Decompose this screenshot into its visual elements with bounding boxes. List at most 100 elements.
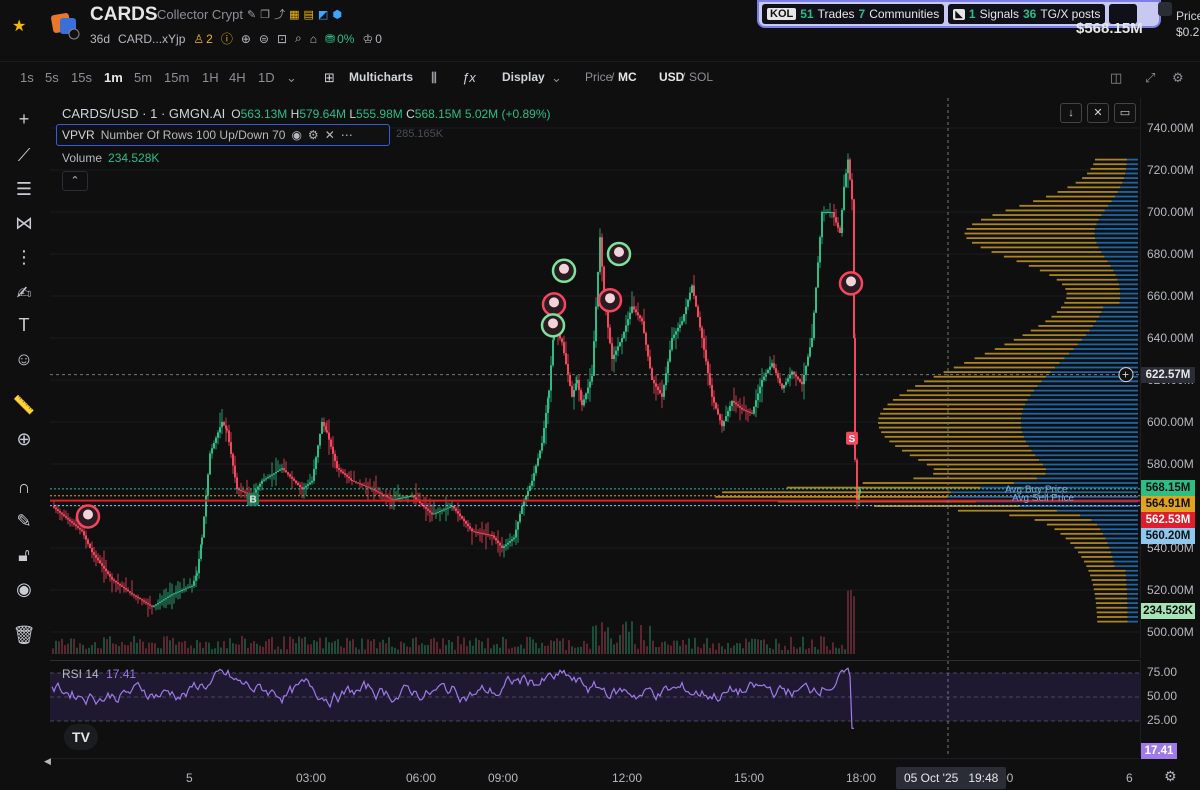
maximize-pane-icon[interactable]: ▭ xyxy=(1114,103,1136,123)
candle-body xyxy=(755,400,757,407)
volume-profile-buy xyxy=(1127,602,1138,605)
favorite-star-icon[interactable]: ★ xyxy=(12,16,26,36)
vpvr-indicator-legend[interactable]: VPVR Number Of Rows 100 Up/Down 70 ◉ ⚙ ✕… xyxy=(56,124,390,146)
volume-profile-buy xyxy=(1099,315,1138,318)
volume-bar xyxy=(847,590,849,654)
candle-body xyxy=(645,332,647,345)
vpvr-ghost-value: 285.165K xyxy=(396,128,444,140)
website-icon[interactable]: ⊜ xyxy=(259,32,269,46)
display-dropdown-icon[interactable]: ⌄ xyxy=(551,70,562,86)
zoom-in-icon[interactable]: ⊕ xyxy=(12,428,36,450)
timeframe-1m[interactable]: 1m xyxy=(104,70,123,85)
gift-icon[interactable]: ▦ xyxy=(289,8,299,21)
telegram-icon[interactable]: ⊡ xyxy=(277,32,287,46)
candle-body xyxy=(305,485,307,488)
globe-icon[interactable]: ⊕ xyxy=(241,32,251,46)
crosshair-icon[interactable]: + xyxy=(12,108,36,130)
candle-body xyxy=(421,503,423,505)
candle-body xyxy=(405,496,407,498)
scroll-down-icon[interactable]: ↓ xyxy=(1060,103,1082,123)
token-address[interactable]: CARD...xYjp xyxy=(118,32,185,46)
more-options-icon[interactable]: ⋯ xyxy=(341,128,353,142)
multicharts-icon[interactable]: ⊞ xyxy=(324,70,335,86)
price-chart-svg[interactable]: +Avg Buy PriceAvg Sell PriceBS xyxy=(50,98,1140,658)
timeframe-5m[interactable]: 5m xyxy=(134,70,152,85)
timeframe-1h[interactable]: 1H xyxy=(202,70,219,85)
tradingview-logo[interactable]: TV xyxy=(64,724,98,750)
candle-body xyxy=(261,480,263,484)
horizontal-lines-icon[interactable]: ☰ xyxy=(12,178,36,200)
shield-icon[interactable]: ⬢ xyxy=(332,8,342,21)
pattern-icon[interactable]: ⋈ xyxy=(12,212,36,234)
volume-bar xyxy=(166,636,168,654)
trash-icon[interactable]: 🗑︎ xyxy=(12,624,36,646)
chart-settings-icon[interactable]: ⚙ xyxy=(1164,768,1177,785)
volume-bar xyxy=(520,644,522,654)
remove-indicator-icon[interactable]: ✕ xyxy=(325,128,335,142)
usd-toggle[interactable]: USD xyxy=(659,70,684,84)
bag-icon[interactable]: ▤ xyxy=(304,8,314,21)
lock-drawing-icon[interactable]: ✎ xyxy=(12,510,36,532)
candle-type-icon[interactable]: ⫼ xyxy=(431,70,437,86)
timeframe-1s[interactable]: 1s xyxy=(20,70,34,85)
timeframe-15m[interactable]: 15m xyxy=(164,70,189,85)
tag-icon[interactable]: ⌂ xyxy=(310,32,317,46)
copy-icon[interactable]: ❐ xyxy=(260,8,270,21)
candle-body xyxy=(629,312,631,320)
timeframe-15s[interactable]: 15s xyxy=(71,70,92,85)
chart-legend: CARDS/USD · 1 · GMGN.AI O563.13M H579.64… xyxy=(62,106,551,121)
sol-toggle[interactable]: SOL xyxy=(689,70,713,84)
volume-profile-sell xyxy=(1075,181,1123,184)
volume-bar xyxy=(91,645,93,654)
display-button[interactable]: Display xyxy=(502,70,545,84)
scroll-left-icon[interactable]: ◀ xyxy=(44,756,51,767)
fullscreen-icon[interactable]: ⤢ xyxy=(1145,70,1155,86)
price-toggle[interactable]: Price xyxy=(585,70,612,84)
volume-profile-sell xyxy=(1049,274,1116,276)
mc-toggle[interactable]: MC xyxy=(618,70,637,84)
timeframe-1d[interactable]: 1D xyxy=(258,70,275,85)
indicator-settings-icon[interactable]: ⚙ xyxy=(308,128,319,142)
warning-icon[interactable]: ⓘ xyxy=(221,30,233,47)
edit-icon[interactable]: ✎ xyxy=(247,8,256,21)
time-axis[interactable]: 5 03:00 06:00 09:00 12:00 15:00 18:00 00 6 05 Oct… xyxy=(50,758,1140,790)
rsi-pane[interactable] xyxy=(50,660,1140,757)
fib-icon[interactable]: ⋮ xyxy=(12,246,36,268)
brush-icon[interactable]: ✍ xyxy=(12,282,36,304)
eye-icon[interactable]: ◉ xyxy=(12,578,36,600)
timeframe-4h[interactable]: 4H xyxy=(229,70,246,85)
settings-icon[interactable]: ⚙ xyxy=(1172,70,1184,86)
chart-icon[interactable]: ◩ xyxy=(318,8,328,21)
ruler-icon[interactable]: 📏 xyxy=(12,394,36,416)
lock-icon[interactable]: 🔓︎ xyxy=(12,544,36,566)
text-icon[interactable]: T xyxy=(12,314,36,336)
screenshot-icon[interactable]: ◫ xyxy=(1110,70,1122,86)
share-icon[interactable]: ⤴ xyxy=(274,6,285,22)
rsi-chart-svg[interactable] xyxy=(50,661,1140,757)
volume-bar xyxy=(568,640,570,654)
visibility-eye-icon[interactable]: ◉ xyxy=(291,128,301,142)
candle-body xyxy=(689,292,691,300)
search-icon[interactable]: ⌕ xyxy=(295,31,302,46)
timeframe-dropdown-icon[interactable]: ⌄ xyxy=(286,70,297,86)
emoji-icon[interactable]: ☺ xyxy=(12,348,36,370)
multicharts-button[interactable]: Multicharts xyxy=(349,70,413,84)
price-axis[interactable]: 740.00M 720.00M 700.00M 680.00M 660.00M 640.0… xyxy=(1140,98,1200,658)
candle-body xyxy=(845,173,847,187)
trendline-icon[interactable]: ⟋ xyxy=(12,144,36,166)
kol-trades-segment[interactable]: KOL 51 Trades 7 Communities xyxy=(762,4,945,24)
candle-body xyxy=(451,506,453,507)
price-chart[interactable]: + Avg Buy Price Avg Sell Price B S xyxy=(50,98,1140,658)
timeframe-5s[interactable]: 5s xyxy=(45,70,59,85)
volume-bar xyxy=(853,596,855,654)
fit-chart-icon[interactable]: ✕ xyxy=(1087,103,1109,123)
panel-toggle-icon[interactable] xyxy=(1158,2,1172,16)
candle-body xyxy=(569,374,571,386)
volume-bar xyxy=(325,637,327,654)
indicators-icon[interactable]: ƒx xyxy=(462,70,476,85)
volume-profile-buy xyxy=(1111,200,1138,203)
volume-bar xyxy=(637,648,639,654)
collapse-legend-button[interactable]: ⌃ xyxy=(62,171,88,191)
magnet-icon[interactable]: ∩ xyxy=(12,476,36,498)
price-axis-tick: 740.00M xyxy=(1147,121,1194,135)
